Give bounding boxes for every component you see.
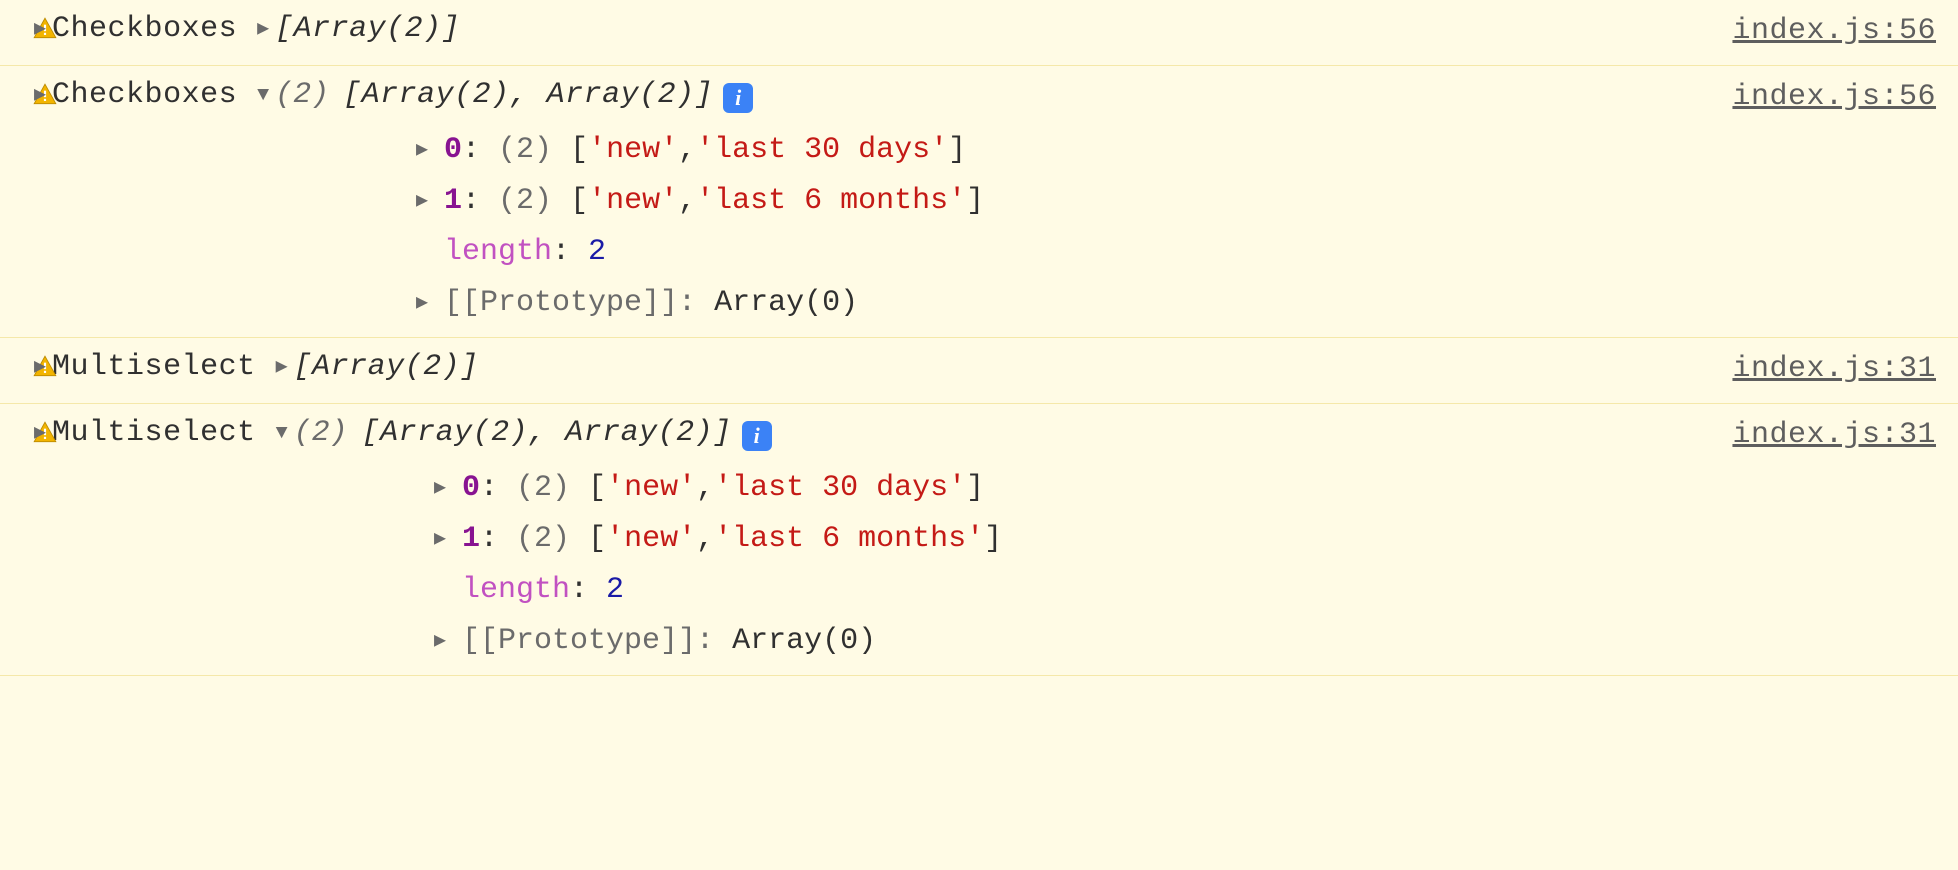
expand-toggle[interactable]: ▶ bbox=[34, 417, 46, 451]
info-icon[interactable]: i bbox=[742, 421, 772, 451]
source-link[interactable]: index.js:56 bbox=[1732, 4, 1948, 57]
expand-toggle[interactable]: ▶ bbox=[276, 351, 288, 385]
bracket: ] bbox=[984, 514, 1002, 565]
inner-length: (2) bbox=[516, 463, 570, 514]
length-row: length: 2 bbox=[434, 565, 1948, 616]
number-value: 2 bbox=[606, 565, 624, 616]
log-label: Checkboxes bbox=[52, 4, 237, 55]
object-preview[interactable]: [Array(2), Array(2)] bbox=[343, 70, 713, 121]
object-children: ▶ 0: (2) [ 'new' , 'last 30 days' ] ▶ 1:… bbox=[34, 123, 1948, 329]
separator: , bbox=[696, 514, 714, 565]
string-value: 'last 6 months' bbox=[714, 514, 984, 565]
array-index-row[interactable]: ▶ 1: (2) [ 'new' , 'last 6 months' ] bbox=[434, 514, 1948, 565]
prototype-value: Array(0) bbox=[732, 616, 876, 667]
bracket: [ bbox=[570, 176, 588, 227]
array-index-row[interactable]: ▶ 0: (2) [ 'new' , 'last 30 days' ] bbox=[416, 125, 1948, 176]
separator: , bbox=[678, 176, 696, 227]
collapse-toggle[interactable]: ▼ bbox=[276, 417, 288, 451]
index-key: 1 bbox=[462, 514, 480, 565]
array-index-row[interactable]: ▶ 0: (2) [ 'new' , 'last 30 days' ] bbox=[434, 463, 1948, 514]
string-value: 'new' bbox=[588, 125, 678, 176]
property-key: [[Prototype]] bbox=[444, 278, 678, 329]
bracket: [ bbox=[588, 463, 606, 514]
length-row: length: 2 bbox=[416, 227, 1948, 278]
string-value: 'new' bbox=[606, 514, 696, 565]
log-label: Checkboxes bbox=[52, 70, 237, 121]
bracket: ] bbox=[948, 125, 966, 176]
bracket: [ bbox=[588, 514, 606, 565]
console-row: ▶ Checkboxes ▼ (2) [Array(2), Array(2)] … bbox=[0, 65, 1958, 338]
index-key: 0 bbox=[462, 463, 480, 514]
console-row: ▶ Checkboxes ▶ [Array(2)] index.js:56 bbox=[0, 0, 1958, 66]
bracket: ] bbox=[966, 176, 984, 227]
expand-toggle[interactable]: ▶ bbox=[257, 13, 269, 47]
array-length: (2) bbox=[294, 408, 348, 459]
property-key: length bbox=[462, 565, 570, 616]
inner-length: (2) bbox=[498, 176, 552, 227]
collapse-toggle[interactable]: ▼ bbox=[257, 79, 269, 113]
property-key: [[Prototype]] bbox=[462, 616, 696, 667]
expand-toggle[interactable]: ▶ bbox=[434, 523, 456, 557]
log-label: Multiselect bbox=[52, 342, 256, 393]
object-preview[interactable]: [Array(2)] bbox=[294, 342, 479, 393]
string-value: 'new' bbox=[606, 463, 696, 514]
prototype-row[interactable]: ▶ [[Prototype]]: Array(0) bbox=[434, 616, 1948, 667]
inner-length: (2) bbox=[498, 125, 552, 176]
object-children: ▶ 0: (2) [ 'new' , 'last 30 days' ] ▶ 1:… bbox=[34, 461, 1948, 667]
expand-toggle[interactable]: ▶ bbox=[434, 472, 456, 506]
property-key: length bbox=[444, 227, 552, 278]
string-value: 'last 30 days' bbox=[714, 463, 966, 514]
expand-toggle[interactable]: ▶ bbox=[416, 185, 438, 219]
array-length: (2) bbox=[275, 70, 329, 121]
string-value: 'last 6 months' bbox=[696, 176, 966, 227]
string-value: 'last 30 days' bbox=[696, 125, 948, 176]
source-link[interactable]: index.js:56 bbox=[1732, 70, 1948, 123]
info-icon[interactable]: i bbox=[723, 83, 753, 113]
separator: , bbox=[678, 125, 696, 176]
prototype-row[interactable]: ▶ [[Prototype]]: Array(0) bbox=[416, 278, 1948, 329]
expand-toggle[interactable]: ▶ bbox=[434, 625, 456, 659]
expand-toggle[interactable]: ▶ bbox=[34, 351, 46, 385]
bracket: ] bbox=[966, 463, 984, 514]
separator: , bbox=[696, 463, 714, 514]
expand-toggle[interactable]: ▶ bbox=[416, 134, 438, 168]
index-key: 1 bbox=[444, 176, 462, 227]
index-key: 0 bbox=[444, 125, 462, 176]
console-row: ▶ Multiselect ▼ (2) [Array(2), Array(2)]… bbox=[0, 403, 1958, 676]
source-link[interactable]: index.js:31 bbox=[1732, 408, 1948, 461]
expand-toggle[interactable]: ▶ bbox=[416, 287, 438, 321]
number-value: 2 bbox=[588, 227, 606, 278]
object-preview[interactable]: [Array(2)] bbox=[275, 4, 460, 55]
source-link[interactable]: index.js:31 bbox=[1732, 342, 1948, 395]
expand-toggle[interactable]: ▶ bbox=[34, 79, 46, 113]
log-label: Multiselect bbox=[52, 408, 256, 459]
string-value: 'new' bbox=[588, 176, 678, 227]
inner-length: (2) bbox=[516, 514, 570, 565]
array-index-row[interactable]: ▶ 1: (2) [ 'new' , 'last 6 months' ] bbox=[416, 176, 1948, 227]
bracket: [ bbox=[570, 125, 588, 176]
prototype-value: Array(0) bbox=[714, 278, 858, 329]
expand-toggle[interactable]: ▶ bbox=[34, 13, 46, 47]
console-row: ▶ Multiselect ▶ [Array(2)] index.js:31 bbox=[0, 337, 1958, 404]
object-preview[interactable]: [Array(2), Array(2)] bbox=[362, 408, 732, 459]
